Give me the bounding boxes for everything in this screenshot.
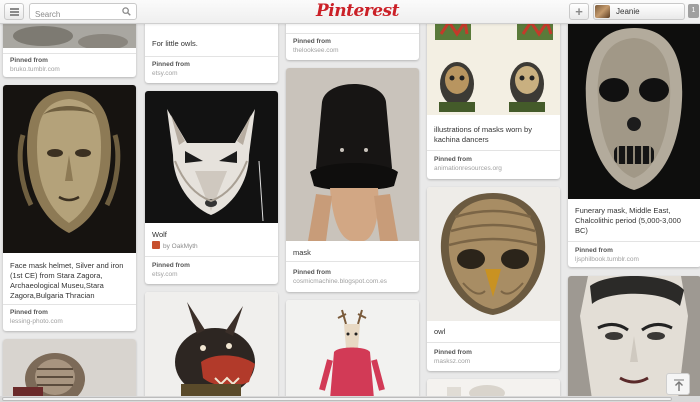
pin-image[interactable]	[3, 85, 136, 253]
pin-source-link[interactable]: bruko.tumblr.com	[10, 66, 60, 73]
pin-image[interactable]	[427, 14, 560, 115]
avatar	[595, 5, 610, 18]
pinned-from-label: Pinned from	[293, 38, 331, 45]
pin-via[interactable]: by OakMyth	[152, 241, 198, 250]
pinned-from-label: Pinned from	[434, 156, 472, 163]
pin-description: Funerary mask, Middle East, Chalcolithic…	[575, 206, 681, 235]
search-box	[29, 3, 137, 22]
arrow-up-icon	[674, 379, 684, 391]
pin-card[interactable]: For little owls. Pinned from etsy.com	[145, 14, 278, 83]
search-input[interactable]	[30, 7, 118, 22]
pin-source-link[interactable]: lessing-photo.com	[10, 318, 63, 325]
search-icon[interactable]	[122, 7, 131, 16]
pin-card[interactable]	[145, 292, 278, 399]
user-badge-icon	[152, 241, 160, 249]
notifications-badge[interactable]: 1	[688, 4, 699, 18]
pinned-from-label: Pinned from	[575, 247, 613, 254]
scroll-to-top-button[interactable]	[666, 373, 690, 395]
pin-card[interactable]	[286, 300, 419, 399]
pin-image[interactable]	[427, 187, 560, 321]
pin-source-link[interactable]: masksz.com	[434, 358, 470, 365]
user-menu-button[interactable]: Jeanie	[593, 3, 685, 20]
pin-image[interactable]	[3, 339, 136, 399]
pin-image[interactable]	[286, 300, 419, 399]
pin-source-link[interactable]: etsy.com	[152, 271, 178, 278]
pin-description: Wolf	[152, 230, 167, 239]
pin-source-link[interactable]: thelooksee.com	[293, 47, 339, 54]
menu-icon	[10, 8, 19, 10]
scrollbar-thumb[interactable]	[2, 397, 672, 401]
pin-image[interactable]	[568, 14, 700, 199]
pin-source-link[interactable]: ljsphilbook.tumblr.com	[575, 256, 639, 263]
pin-source-link[interactable]: animationresources.org	[434, 165, 502, 172]
menu-button[interactable]	[4, 3, 24, 20]
pin-source-link[interactable]: cosmicmachine.blogspot.com.es	[293, 278, 387, 285]
pin-card[interactable]: Face mask helmet, Silver and iron (1st C…	[3, 85, 136, 331]
pinned-from-label: Pinned from	[152, 262, 190, 269]
horizontal-scrollbar[interactable]	[0, 396, 700, 402]
pin-card[interactable]: owl Pinned from masksz.com	[427, 187, 560, 371]
top-bar: Pinterest + Jeanie 1	[0, 0, 700, 24]
pinned-from-label: Pinned from	[434, 349, 472, 356]
user-name: Jeanie	[616, 7, 640, 16]
pinned-from-label: Pinned from	[10, 309, 48, 316]
pin-card[interactable]: illustrations of masks worn by kachina d…	[427, 14, 560, 179]
add-pin-button[interactable]: +	[569, 3, 589, 20]
pin-card[interactable]: mask Pinned from cosmicmachine.blogspot.…	[286, 68, 419, 292]
pin-image[interactable]	[145, 91, 278, 223]
pin-card[interactable]	[3, 339, 136, 399]
pin-card[interactable]: Wolf by OakMyth Pinned from etsy.com	[145, 91, 278, 284]
pinterest-logo[interactable]: Pinterest	[316, 0, 399, 22]
pinned-from-label: Pinned from	[10, 57, 48, 64]
pin-description: mask	[293, 248, 311, 257]
pin-description: For little owls.	[152, 39, 198, 48]
pin-description: owl	[434, 327, 446, 336]
pin-card[interactable]: Funerary mask, Middle East, Chalcolithic…	[568, 14, 700, 267]
pin-description: Face mask helmet, Silver and iron (1st C…	[10, 261, 124, 300]
pin-source-link[interactable]: etsy.com	[152, 70, 178, 77]
pin-description: illustrations of masks worn by kachina d…	[434, 125, 532, 144]
pinned-from-label: Pinned from	[152, 61, 190, 68]
pin-image[interactable]	[286, 68, 419, 241]
pinned-from-label: Pinned from	[293, 269, 331, 276]
pin-image[interactable]	[145, 292, 278, 399]
